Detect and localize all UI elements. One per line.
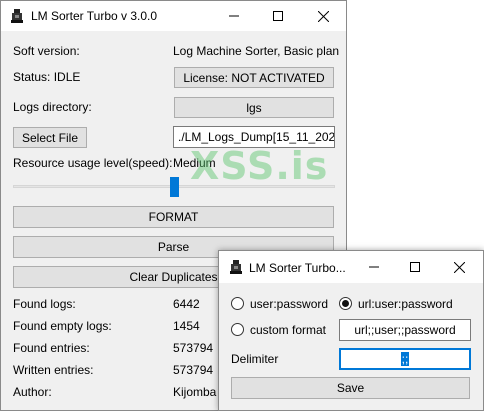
resource-usage-label: Resource usage level(speed): xyxy=(13,156,173,170)
logs-directory-label: Logs directory: xyxy=(13,100,92,114)
delimiter-selection: ;; xyxy=(400,352,410,366)
maximize-icon xyxy=(273,11,283,21)
status-label: Status: IDLE xyxy=(13,70,81,84)
radio-user-password[interactable] xyxy=(231,297,244,310)
dialog-close-button[interactable] xyxy=(436,251,482,283)
soft-version-label: Soft version: xyxy=(13,44,80,58)
radio-url-user-password[interactable] xyxy=(339,297,352,310)
close-button[interactable] xyxy=(300,1,346,31)
written-entries-label: Written entries: xyxy=(13,363,94,377)
radio-custom-format-label[interactable]: custom format xyxy=(250,323,326,337)
license-button[interactable]: License: NOT ACTIVATED xyxy=(174,67,334,88)
written-entries-value: 573794 xyxy=(173,363,214,377)
close-icon xyxy=(317,10,329,22)
dialog-title-bar: LM Sorter Turbo... xyxy=(219,251,483,283)
slider-thumb[interactable] xyxy=(170,177,179,197)
format-button[interactable]: FORMAT xyxy=(13,206,334,228)
main-title-bar: LM Sorter Turbo v 3.0.0 xyxy=(1,1,346,31)
main-window-title: LM Sorter Turbo v 3.0.0 xyxy=(31,9,158,23)
app-icon xyxy=(11,9,23,23)
found-logs-label: Found logs: xyxy=(13,297,76,311)
found-logs-value: 6442 xyxy=(173,297,200,311)
radio-custom-format[interactable] xyxy=(231,323,244,336)
found-entries-label: Found entries: xyxy=(13,341,90,355)
custom-format-field[interactable]: url;;user;;password xyxy=(339,319,471,341)
close-icon xyxy=(453,261,465,273)
minimize-icon xyxy=(229,15,239,17)
radio-user-password-label[interactable]: user:password xyxy=(250,297,328,311)
logs-directory-button[interactable]: lgs xyxy=(174,97,334,118)
select-file-button[interactable]: Select File xyxy=(13,127,87,148)
dialog-title: LM Sorter Turbo... xyxy=(249,261,346,275)
found-entries-value: 573794 xyxy=(173,341,214,355)
watermark: XSS.is xyxy=(190,144,329,188)
dialog-maximize-button[interactable] xyxy=(392,251,438,283)
soft-version-value: Log Machine Sorter, Basic plan xyxy=(173,44,340,58)
dialog-app-icon xyxy=(230,260,242,274)
format-dialog: LM Sorter Turbo... user:password url:use… xyxy=(218,250,484,411)
delimiter-label: Delimiter xyxy=(231,352,279,366)
author-value: Kijomba xyxy=(173,385,217,399)
maximize-button[interactable] xyxy=(255,1,301,31)
radio-url-user-password-label[interactable]: url:user:password xyxy=(358,297,453,311)
minimize-icon xyxy=(369,266,379,268)
dialog-minimize-button[interactable] xyxy=(351,251,397,283)
author-label: Author: xyxy=(13,385,52,399)
delimiter-field[interactable]: ;; xyxy=(339,348,471,370)
found-empty-logs-label: Found empty logs: xyxy=(13,319,112,333)
found-empty-logs-value: 1454 xyxy=(173,319,200,333)
maximize-icon xyxy=(410,262,420,272)
minimize-button[interactable] xyxy=(211,1,257,31)
save-button[interactable]: Save xyxy=(231,377,470,399)
